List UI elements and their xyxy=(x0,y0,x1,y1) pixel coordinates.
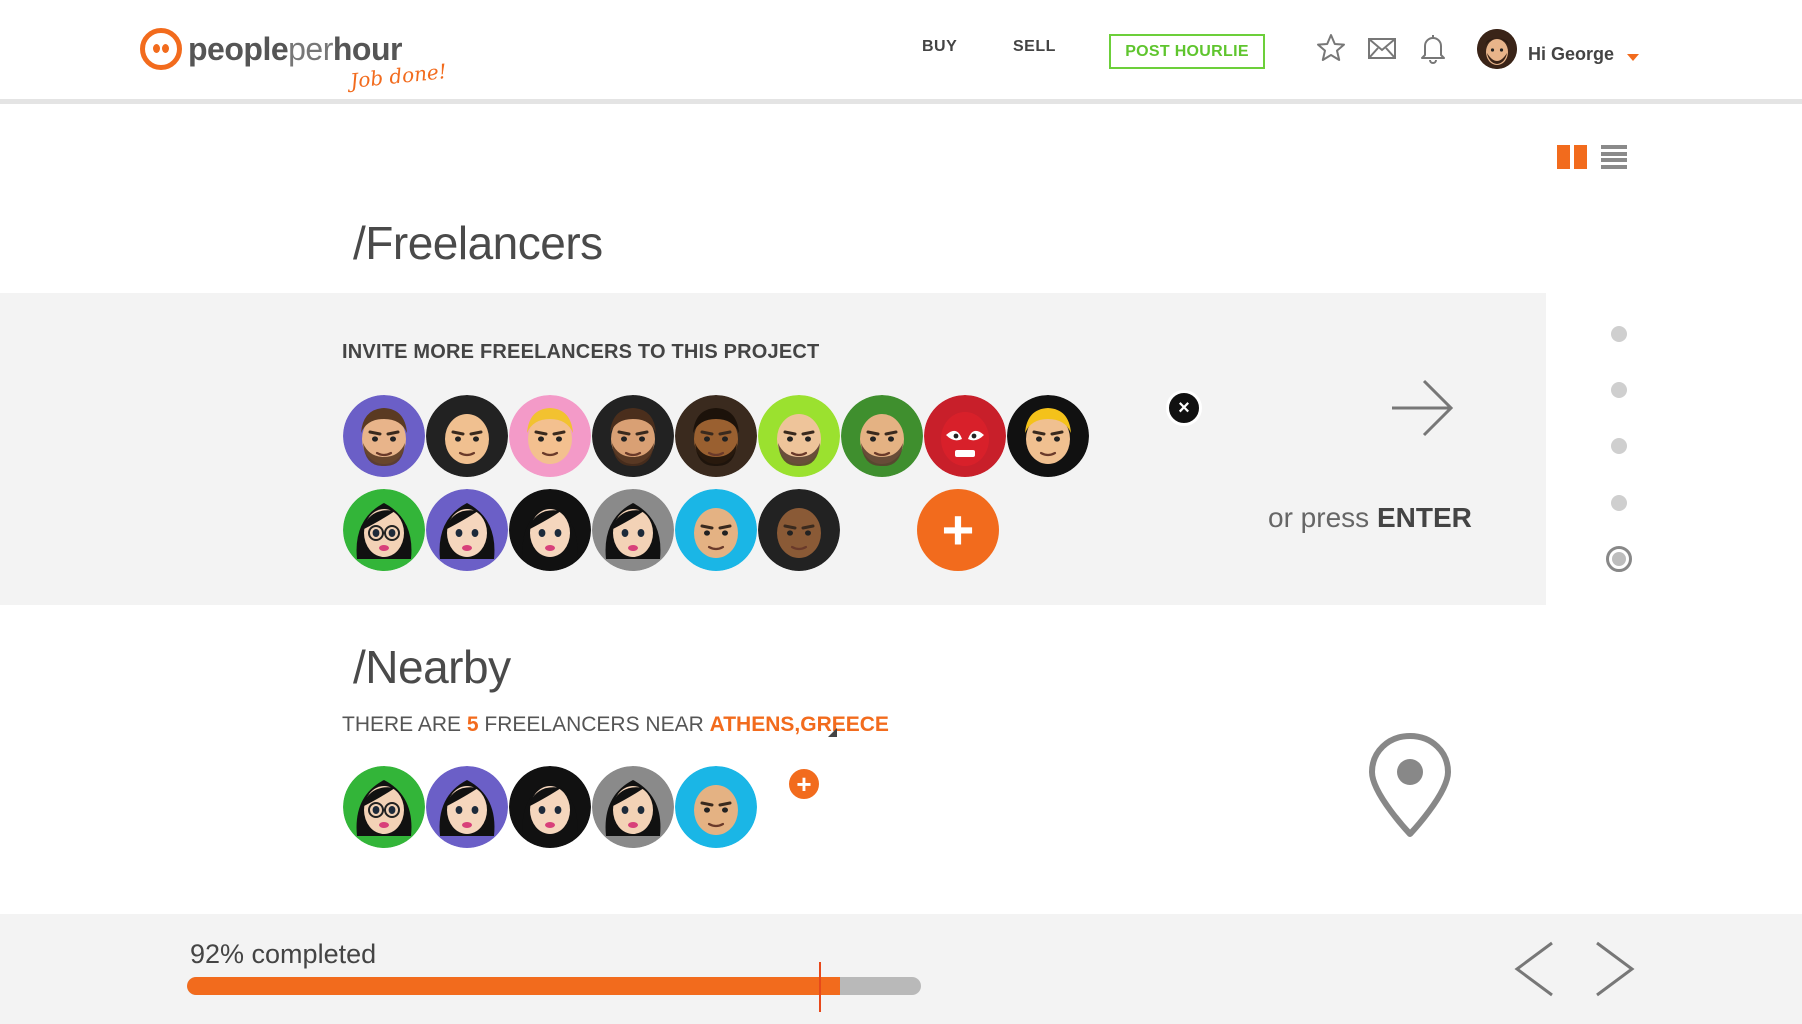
freelancer-avatar[interactable] xyxy=(426,489,508,571)
list-view-icon[interactable] xyxy=(1601,145,1627,169)
bell-icon[interactable] xyxy=(1417,32,1449,64)
location-dropdown-icon[interactable] xyxy=(828,728,837,737)
location-selector[interactable]: ATHENS,GREECE xyxy=(710,713,889,736)
logo-face-icon xyxy=(140,28,182,70)
add-freelancer-button[interactable]: + xyxy=(917,489,999,571)
step-dot[interactable] xyxy=(1611,438,1627,454)
nearby-freelancer-avatar[interactable] xyxy=(426,766,508,848)
top-header: peopleperhour Job done! BUY SELL POST HO… xyxy=(0,0,1802,104)
nearby-summary: THERE ARE 5 FREELANCERS NEAR ATHENS,GREE… xyxy=(342,713,889,736)
press-enter-hint: or press ENTER xyxy=(1268,502,1472,533)
freelancer-avatar[interactable] xyxy=(841,395,923,477)
nearby-heading: /Nearby xyxy=(353,641,511,693)
freelancer-avatar[interactable] xyxy=(426,395,508,477)
step-dot-active[interactable] xyxy=(1606,546,1632,572)
previous-arrow-icon[interactable] xyxy=(1512,940,1556,998)
user-greeting[interactable]: Hi George xyxy=(1528,44,1614,65)
freelancers-heading: /Freelancers xyxy=(353,217,603,269)
user-avatar[interactable] xyxy=(1477,29,1517,69)
freelancer-avatar[interactable] xyxy=(675,395,757,477)
freelancer-avatar[interactable] xyxy=(343,395,425,477)
nearby-freelancer-avatar[interactable] xyxy=(343,766,425,848)
progress-bar-fill xyxy=(187,977,841,995)
step-dot[interactable] xyxy=(1611,382,1627,398)
step-dot[interactable] xyxy=(1611,326,1627,342)
map-pin-icon xyxy=(1369,733,1451,837)
nearby-freelancer-avatar[interactable] xyxy=(509,766,591,848)
progress-marker xyxy=(819,962,821,1012)
chevron-down-icon[interactable] xyxy=(1627,54,1639,61)
arrow-right-icon[interactable] xyxy=(1390,377,1454,439)
freelancer-avatar[interactable] xyxy=(924,395,1006,477)
remove-freelancer-icon[interactable]: × xyxy=(1166,390,1202,426)
freelancer-avatar[interactable] xyxy=(509,395,591,477)
freelancer-avatar[interactable] xyxy=(343,489,425,571)
grid-view-icon[interactable] xyxy=(1557,145,1587,169)
freelancer-avatar[interactable] xyxy=(1007,395,1089,477)
freelancer-avatar[interactable] xyxy=(758,395,840,477)
logo[interactable]: peopleperhour Job done! xyxy=(140,28,448,93)
invite-title: INVITE MORE FREELANCERS TO THIS PROJECT xyxy=(342,341,820,363)
step-dot[interactable] xyxy=(1611,495,1627,511)
nav-sell[interactable]: SELL xyxy=(1013,38,1056,56)
freelancer-avatar[interactable] xyxy=(509,489,591,571)
freelancer-avatar[interactable] xyxy=(758,489,840,571)
logo-text: peopleperhour xyxy=(188,30,402,67)
star-icon[interactable] xyxy=(1315,32,1347,64)
nearby-freelancer-avatar[interactable] xyxy=(592,766,674,848)
nearby-freelancer-avatar[interactable] xyxy=(675,766,757,848)
progress-label: 92% completed xyxy=(190,939,377,969)
progress-bar xyxy=(187,977,921,995)
add-nearby-button[interactable]: + xyxy=(787,767,821,801)
freelancer-avatar[interactable] xyxy=(592,489,674,571)
post-hourlie-button[interactable]: POST HOURLIE xyxy=(1109,34,1265,69)
freelancer-avatar[interactable] xyxy=(592,395,674,477)
nav-buy[interactable]: BUY xyxy=(922,38,957,56)
mail-icon[interactable] xyxy=(1366,32,1398,64)
freelancer-avatar[interactable] xyxy=(675,489,757,571)
next-arrow-icon[interactable] xyxy=(1593,940,1637,998)
